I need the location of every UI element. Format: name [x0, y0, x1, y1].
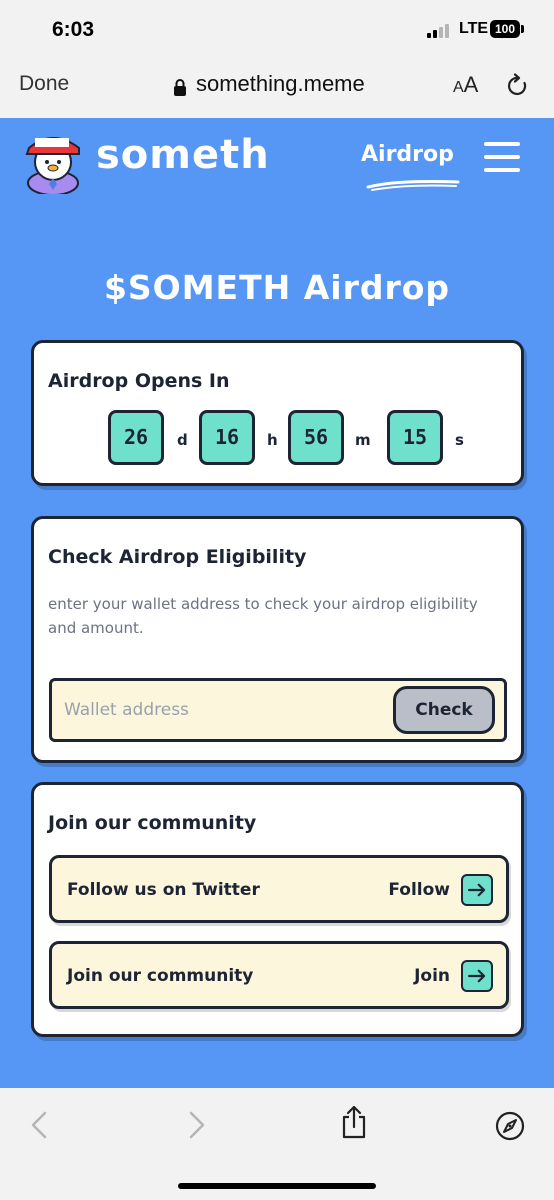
back-icon[interactable] [28, 1110, 50, 1140]
status-bar: 6:03 LTE 100 [0, 0, 554, 58]
battery-tip [521, 25, 524, 33]
countdown-minutes: 56 [288, 410, 344, 465]
url-text[interactable]: something.meme [196, 71, 365, 97]
forward-icon[interactable] [186, 1110, 208, 1140]
community-title: Join our community [48, 812, 257, 834]
nav-active-underline [366, 180, 460, 191]
nav-airdrop-link[interactable]: Airdrop [361, 142, 454, 167]
brand-name[interactable]: someth [96, 132, 270, 178]
countdown-hours: 16 [199, 410, 255, 465]
countdown-days-unit: d [177, 431, 188, 449]
page-title: $SOMETH Airdrop [103, 268, 451, 307]
site-header: someth Airdrop [0, 118, 554, 208]
community-card: Join our community Follow us on Twitter … [31, 782, 524, 1037]
eligibility-card: Check Airdrop Eligibility enter your wal… [31, 516, 524, 763]
countdown-card: Airdrop Opens In 26 d 16 h 56 m 15 s [31, 340, 524, 486]
compass-icon[interactable] [494, 1110, 526, 1142]
done-button[interactable]: Done [19, 72, 69, 96]
reload-icon[interactable] [506, 73, 530, 99]
lock-icon [174, 79, 186, 96]
countdown-seconds: 15 [387, 410, 443, 465]
home-indicator [178, 1183, 376, 1189]
countdown-hours-unit: h [267, 431, 278, 449]
countdown-minutes-unit: m [355, 431, 371, 449]
twitter-follow-row[interactable]: Follow us on Twitter Follow [49, 855, 509, 923]
community-join-action[interactable]: Join [414, 966, 450, 986]
browser-url-bar: Done something.meme AA [0, 58, 554, 118]
check-button[interactable]: Check [393, 686, 495, 734]
countdown-days: 26 [108, 410, 164, 465]
countdown-seconds-unit: s [455, 431, 464, 449]
twitter-follow-label: Follow us on Twitter [67, 880, 260, 900]
hamburger-icon[interactable] [484, 142, 520, 172]
eligibility-title: Check Airdrop Eligibility [48, 546, 307, 568]
signal-icon [427, 24, 453, 38]
reader-text-size-button[interactable]: AA [453, 72, 478, 98]
battery-icon: 100 [490, 20, 520, 38]
arrow-right-icon[interactable] [461, 960, 493, 992]
countdown-title: Airdrop Opens In [48, 370, 230, 392]
twitter-follow-action[interactable]: Follow [388, 880, 450, 900]
wallet-input-row: Check [49, 678, 507, 742]
community-join-row[interactable]: Join our community Join [49, 941, 509, 1009]
arrow-right-icon[interactable] [461, 874, 493, 906]
share-icon[interactable] [340, 1104, 368, 1140]
community-join-label: Join our community [67, 966, 254, 986]
wallet-address-input[interactable] [64, 693, 384, 727]
status-time: 6:03 [52, 18, 95, 41]
eligibility-description: enter your wallet address to check your … [48, 595, 478, 637]
network-type: LTE [459, 20, 489, 37]
logo-avatar[interactable] [23, 128, 83, 194]
